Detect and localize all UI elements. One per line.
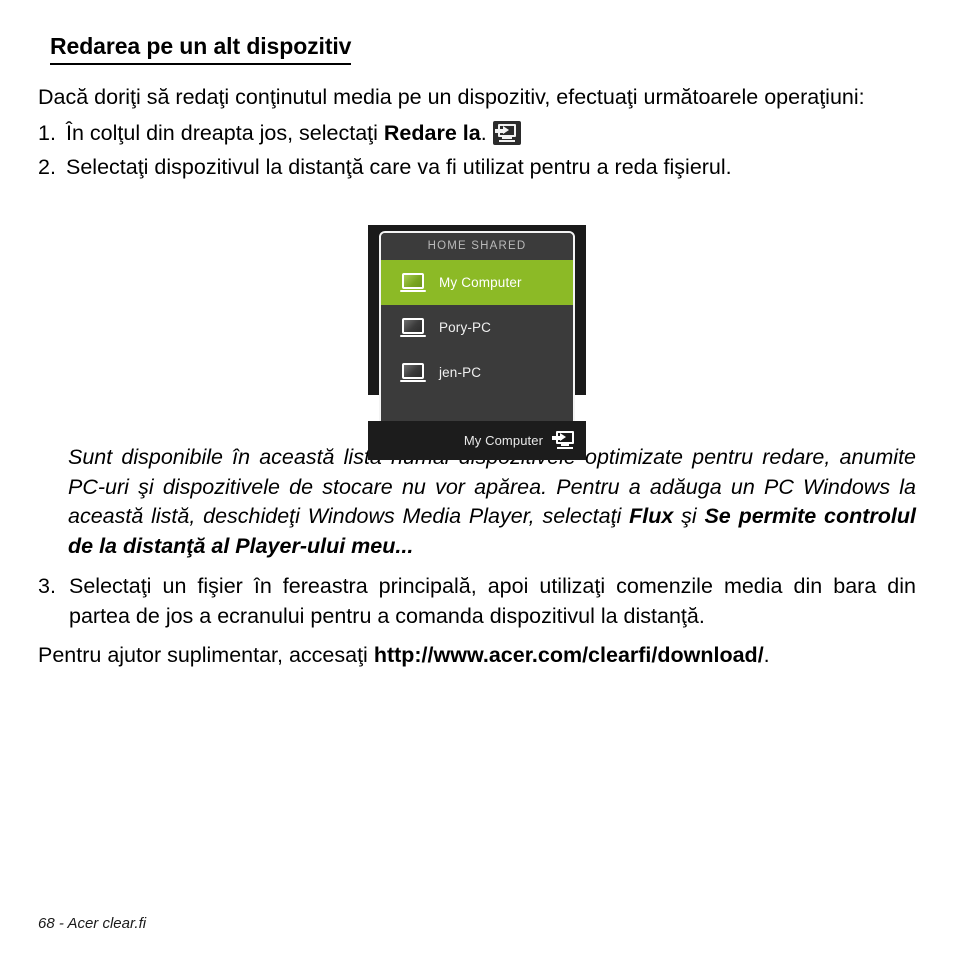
bottom-bar-device-label: My Computer — [463, 433, 543, 448]
device-label: Pory-PC — [439, 320, 492, 335]
figure-bottom-bar: My Computer — [368, 421, 586, 460]
step-2: 2. Selectaţi dispozitivul la distanţă car… — [38, 152, 916, 182]
step-3: 3. Selectaţi un fişier în fereastra princ… — [38, 571, 916, 631]
closing-text-2: . — [763, 643, 770, 667]
laptop-icon — [400, 272, 426, 293]
laptop-base-shape — [400, 289, 426, 292]
step-1-number: 1. — [38, 121, 56, 145]
step-3-text: Selectaţi un fişier în fereastra princip… — [69, 574, 916, 628]
monitor-foot-shape — [557, 446, 573, 449]
arrow-head-shape — [502, 126, 509, 134]
laptop-icon — [400, 362, 426, 383]
device-label: jen-PC — [439, 365, 482, 380]
device-label: My Computer — [439, 275, 522, 290]
step-1: 1. În colţul din dreapta jos, selectaţi R… — [38, 118, 916, 148]
document-page: Redarea pe un alt dispozitiv Dacă doriţi… — [0, 0, 954, 954]
play-to-icon — [492, 121, 521, 145]
note-text-2: şi — [673, 504, 705, 528]
step-2-text: Selectaţi dispozitivul la distanţă care … — [66, 155, 732, 179]
arrow-head-shape — [560, 433, 566, 441]
device-row-my-computer[interactable]: My Computer — [381, 260, 573, 305]
step-1-text-after: . — [480, 121, 487, 145]
laptop-base-shape — [400, 334, 426, 337]
laptop-screen-shape — [402, 317, 424, 334]
device-row-jen-pc[interactable]: jen-PC — [381, 350, 573, 395]
intro-paragraph: Dacă doriţi să redaţi conţinutul media p… — [38, 83, 916, 112]
clearfi-download-url[interactable]: http://www.acer.com/clearfi/download/ — [374, 643, 764, 667]
page-footer: 68 - Acer clear.fi — [38, 915, 147, 932]
note-paragraph: Sunt disponibile în această listă numai … — [38, 443, 916, 561]
device-row-pory-pc[interactable]: Pory-PC — [381, 305, 573, 350]
closing-paragraph: Pentru ajutor suplimentar, accesaţi http… — [38, 641, 916, 670]
playto-device-list-figure: HOME SHARED My Computer Pory-PC jen-PC M… — [368, 225, 586, 460]
step-3-number: 3. — [38, 574, 56, 598]
step-1-text: În colţul din dreapta jos, selectaţi — [66, 121, 384, 145]
laptop-screen-shape — [402, 362, 424, 379]
page-heading: Redarea pe un alt dispozitiv — [50, 33, 351, 65]
note-bold-1: Flux — [629, 504, 674, 528]
closing-text-1: Pentru ajutor suplimentar, accesaţi — [38, 643, 374, 667]
laptop-screen-shape — [402, 272, 424, 289]
monitor-foot-shape — [498, 139, 515, 142]
intro-text: Dacă doriţi să redaţi conţinutul media p… — [38, 85, 865, 109]
laptop-icon — [400, 317, 426, 338]
popup-header-label: HOME SHARED — [381, 233, 573, 260]
play-to-icon[interactable] — [552, 431, 574, 450]
step-1-bold: Redare la — [383, 121, 481, 145]
home-shared-popup: HOME SHARED My Computer Pory-PC jen-PC — [379, 231, 575, 430]
laptop-base-shape — [400, 379, 426, 382]
step-2-number: 2. — [38, 155, 56, 179]
